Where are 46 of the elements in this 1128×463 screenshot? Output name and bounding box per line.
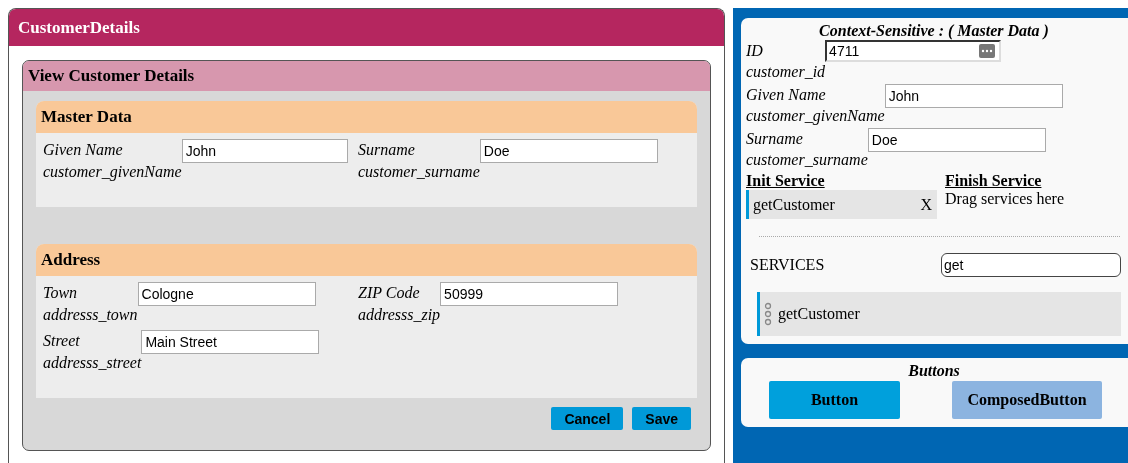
section-heading: Init Service xyxy=(746,172,826,190)
service-item[interactable]: getCustomer X xyxy=(746,190,937,219)
input-field[interactable]: John xyxy=(884,84,1063,108)
input-field[interactable]: Main Street xyxy=(141,330,320,354)
field-binding: customer_surname xyxy=(358,162,480,182)
more-icon[interactable] xyxy=(979,44,996,58)
field-label: Given Name xyxy=(746,85,827,105)
field-label: Street xyxy=(43,331,81,351)
field-binding: customer_givenName xyxy=(746,106,885,126)
field-label: Given Name xyxy=(43,140,124,160)
palette-button[interactable]: Button xyxy=(769,381,900,419)
drop-hint: Drag services here xyxy=(945,190,1066,210)
field-binding: addresss_street xyxy=(43,353,142,373)
input-field[interactable]: John xyxy=(181,139,348,163)
field-binding: customer_givenName xyxy=(43,162,182,183)
field-binding: customer_id xyxy=(746,62,826,82)
view-title: View Customer Details xyxy=(23,61,710,91)
service-name: getCustomer xyxy=(753,195,835,214)
window-title: CustomerDetails xyxy=(9,9,724,46)
field-binding: addresss_town xyxy=(43,305,138,325)
input-field[interactable]: Cologne xyxy=(137,282,316,306)
section-heading: Finish Service xyxy=(945,172,1043,190)
field-label: ZIP Code xyxy=(358,283,421,303)
action-button[interactable]: Save xyxy=(632,407,691,430)
field-binding: addresss_zip xyxy=(358,305,441,326)
input-field[interactable]: Doe xyxy=(479,139,658,163)
services-label: SERVICES xyxy=(750,256,825,274)
field-binding: customer_surname xyxy=(746,150,868,170)
service-name: getCustomer xyxy=(778,305,860,323)
section-title: Address xyxy=(36,244,697,276)
input-field[interactable]: 4711 xyxy=(825,40,1002,62)
palette-button[interactable]: ComposedButton xyxy=(952,381,1102,419)
action-button[interactable]: Cancel xyxy=(551,407,624,430)
input-field[interactable]: Doe xyxy=(867,128,1046,152)
service-item[interactable]: getCustomer xyxy=(757,292,1121,336)
section-title: Master Data xyxy=(36,101,697,133)
field-label: Surname xyxy=(746,129,804,149)
field-label: ID xyxy=(746,41,764,61)
field-label: Surname xyxy=(358,140,416,160)
panel-title: Context-Sensitive : ( Master Data ) xyxy=(818,22,1050,40)
input-field[interactable]: 50999 xyxy=(440,282,619,306)
remove-button[interactable]: X xyxy=(920,195,932,214)
field-label: Town xyxy=(43,283,79,303)
drag-handle-icon[interactable] xyxy=(764,301,772,327)
panel-title: Buttons xyxy=(907,362,961,380)
search-field[interactable]: get xyxy=(941,253,1121,277)
